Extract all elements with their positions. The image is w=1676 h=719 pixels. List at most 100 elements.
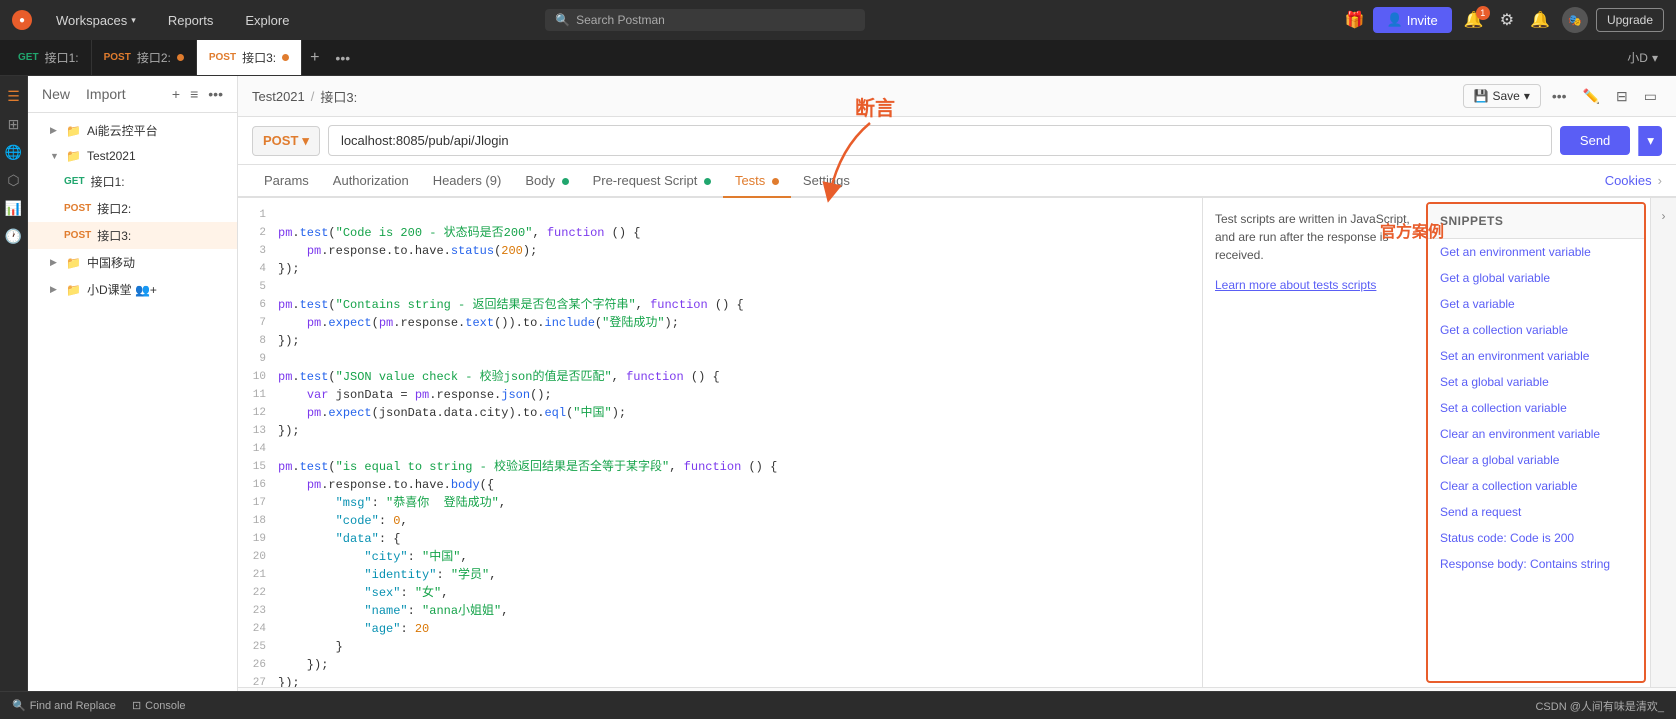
info-panel-text: Test scripts are written in JavaScript, … [1215, 210, 1410, 264]
tab-params[interactable]: Params [252, 165, 321, 198]
snippet-response-body[interactable]: Response body: Contains string [1428, 551, 1644, 577]
collection-item-xiaod[interactable]: ▶ 📁 小D课堂 👥+ [28, 276, 237, 303]
right-mini-panel: › [1650, 198, 1676, 687]
collection-item-ai[interactable]: ▶ 📁 Ai能云控平台 [28, 117, 237, 144]
nav-workspaces[interactable]: Workspaces ▾ [48, 9, 144, 32]
code-line-9: 9 [238, 350, 1202, 368]
edit-icon[interactable]: ✏️ [1578, 85, 1605, 108]
code-line-3: 3 pm.response.to.have.status(200); [238, 242, 1202, 260]
tab-headers[interactable]: Headers (9) [421, 165, 514, 198]
add-tab-button[interactable]: + [302, 49, 327, 67]
workspace-selector[interactable]: 小D ▾ [1615, 49, 1670, 66]
snippet-set-global-var[interactable]: Set a global variable [1428, 369, 1644, 395]
search-bar[interactable]: 🔍 Search Postman [545, 9, 865, 31]
code-line-18: 18 "code": 0, [238, 512, 1202, 530]
code-line-15: 15 pm.test("is equal to string - 校验返回结果是… [238, 458, 1202, 476]
learn-more-link[interactable]: Learn more about tests scripts [1215, 278, 1376, 292]
more-options-button[interactable]: ••• [1547, 85, 1572, 107]
filter-button[interactable]: ≡ [186, 84, 202, 104]
code-line-7: 7 pm.expect(pm.response.text()).to.inclu… [238, 314, 1202, 332]
environments-icon[interactable]: 🌐 [2, 140, 26, 164]
upgrade-button[interactable]: Upgrade [1596, 8, 1664, 32]
invite-button[interactable]: 👤 Invite [1373, 7, 1452, 33]
left-panel-header: New Import + ≡ ••• [28, 76, 237, 113]
method-selector[interactable]: POST ▾ [252, 126, 320, 156]
send-options-button[interactable]: ▾ [1638, 126, 1662, 156]
url-input[interactable] [328, 125, 1552, 156]
main-layout: ☰ ⊞ 🌐 ⬡ 📊 🕐 New Import + ≡ ••• [0, 76, 1676, 719]
avatar[interactable]: 🎭 [1562, 7, 1588, 33]
snippet-send-request[interactable]: Send a request [1428, 499, 1644, 525]
send-button[interactable]: Send [1560, 126, 1630, 155]
snippet-set-collection-var[interactable]: Set a collection variable [1428, 395, 1644, 421]
tab-body[interactable]: Body [513, 165, 580, 198]
snippets-header: SNIPPETS [1428, 204, 1644, 239]
code-line-25: 25 } [238, 638, 1202, 656]
tab-tests[interactable]: Tests [723, 165, 791, 198]
gift-icon[interactable]: 🎁 [1345, 10, 1365, 30]
snippet-clear-env-var[interactable]: Clear an environment variable [1428, 421, 1644, 447]
sidebar-icon-panel: ☰ ⊞ 🌐 ⬡ 📊 🕐 [0, 76, 28, 719]
editor-area: 1 2 pm.test("Code is 200 - 状态码是否200", fu… [238, 198, 1676, 687]
snippets-panel: SNIPPETS Get an environment variable Get… [1426, 202, 1646, 683]
collection-item-test2021[interactable]: ▼ 📁 Test2021 [28, 144, 237, 168]
collapse-right-icon[interactable]: › [1654, 206, 1674, 226]
code-line-4: 4 }); [238, 260, 1202, 278]
split-view-icon[interactable]: ⊟ [1611, 85, 1633, 108]
request-item-api1[interactable]: GET 接口1: [28, 168, 237, 195]
mock-icon[interactable]: ⬡ [2, 168, 26, 192]
tab-pre-request[interactable]: Pre-request Script [581, 165, 723, 198]
code-line-2: 2 pm.test("Code is 200 - 状态码是否200", func… [238, 224, 1202, 242]
alerts-icon[interactable]: 🔔 [1526, 8, 1554, 32]
collection-item-zhongguo[interactable]: ▶ 📁 中国移动 [28, 249, 237, 276]
new-button[interactable]: New [38, 84, 74, 104]
tab-post-api3[interactable]: POST 接口3: [197, 40, 302, 76]
request-item-api3[interactable]: POST 接口3: [28, 222, 237, 249]
settings-icon[interactable]: ⚙ [1496, 8, 1518, 32]
history-icon[interactable]: 🕐 [2, 224, 26, 248]
code-editor[interactable]: 1 2 pm.test("Code is 200 - 状态码是否200", fu… [238, 198, 1202, 687]
code-line-5: 5 [238, 278, 1202, 296]
snippet-get-global-var[interactable]: Get a global variable [1428, 265, 1644, 291]
snippet-get-env-var[interactable]: Get an environment variable [1428, 239, 1644, 265]
code-line-16: 16 pm.response.to.have.body({ [238, 476, 1202, 494]
snippet-set-env-var[interactable]: Set an environment variable [1428, 343, 1644, 369]
left-panel: New Import + ≡ ••• ▶ 📁 Ai能云控平台 ▼ [28, 76, 238, 719]
snippet-clear-global-var[interactable]: Clear a global variable [1428, 447, 1644, 473]
search-icon: 🔍 [555, 13, 570, 27]
monitors-icon[interactable]: 📊 [2, 196, 26, 220]
snippet-get-collection-var[interactable]: Get a collection variable [1428, 317, 1644, 343]
code-line-24: 24 "age": 20 [238, 620, 1202, 638]
tabs-bar: GET 接口1: POST 接口2: POST 接口3: + ••• 小D ▾ [0, 40, 1676, 76]
code-line-12: 12 pm.expect(jsonData.data.city).to.eql(… [238, 404, 1202, 422]
panel-icon[interactable]: ▭ [1639, 85, 1662, 108]
collection-more-button[interactable]: ••• [204, 84, 227, 104]
code-line-13: 13 }); [238, 422, 1202, 440]
more-tabs-button[interactable]: ••• [327, 50, 358, 66]
save-button[interactable]: 💾 Save ▾ [1463, 84, 1541, 108]
collections-icon[interactable]: ☰ [2, 84, 26, 108]
cookies-link[interactable]: Cookies [1605, 173, 1652, 188]
tab-settings[interactable]: Settings [791, 165, 862, 198]
import-button[interactable]: Import [82, 84, 130, 104]
snippet-status-code[interactable]: Status code: Code is 200 [1428, 525, 1644, 551]
add-collection-button[interactable]: + [168, 84, 184, 104]
find-replace-button[interactable]: 🔍 Find and Replace [12, 699, 116, 712]
code-line-11: 11 var jsonData = pm.response.json(); [238, 386, 1202, 404]
code-line-19: 19 "data": { [238, 530, 1202, 548]
apis-icon[interactable]: ⊞ [2, 112, 26, 136]
notifications-icon[interactable]: 🔔 1 [1460, 8, 1488, 32]
chevron-right-icon[interactable]: › [1658, 173, 1662, 188]
code-line-22: 22 "sex": "女", [238, 584, 1202, 602]
request-item-api2[interactable]: POST 接口2: [28, 195, 237, 222]
tab-get-api1[interactable]: GET 接口1: [6, 40, 92, 76]
console-button[interactable]: ⊡ Console [132, 699, 186, 712]
tab-post-api2[interactable]: POST 接口2: [92, 40, 197, 76]
nav-reports[interactable]: Reports [160, 9, 222, 32]
nav-explore[interactable]: Explore [237, 9, 297, 32]
breadcrumb-request: 接口3: [320, 87, 357, 106]
snippet-get-variable[interactable]: Get a variable [1428, 291, 1644, 317]
snippet-clear-collection-var[interactable]: Clear a collection variable [1428, 473, 1644, 499]
tab-authorization[interactable]: Authorization [321, 165, 421, 198]
top-nav: ● Workspaces ▾ Reports Explore 🔍 Search … [0, 0, 1676, 40]
